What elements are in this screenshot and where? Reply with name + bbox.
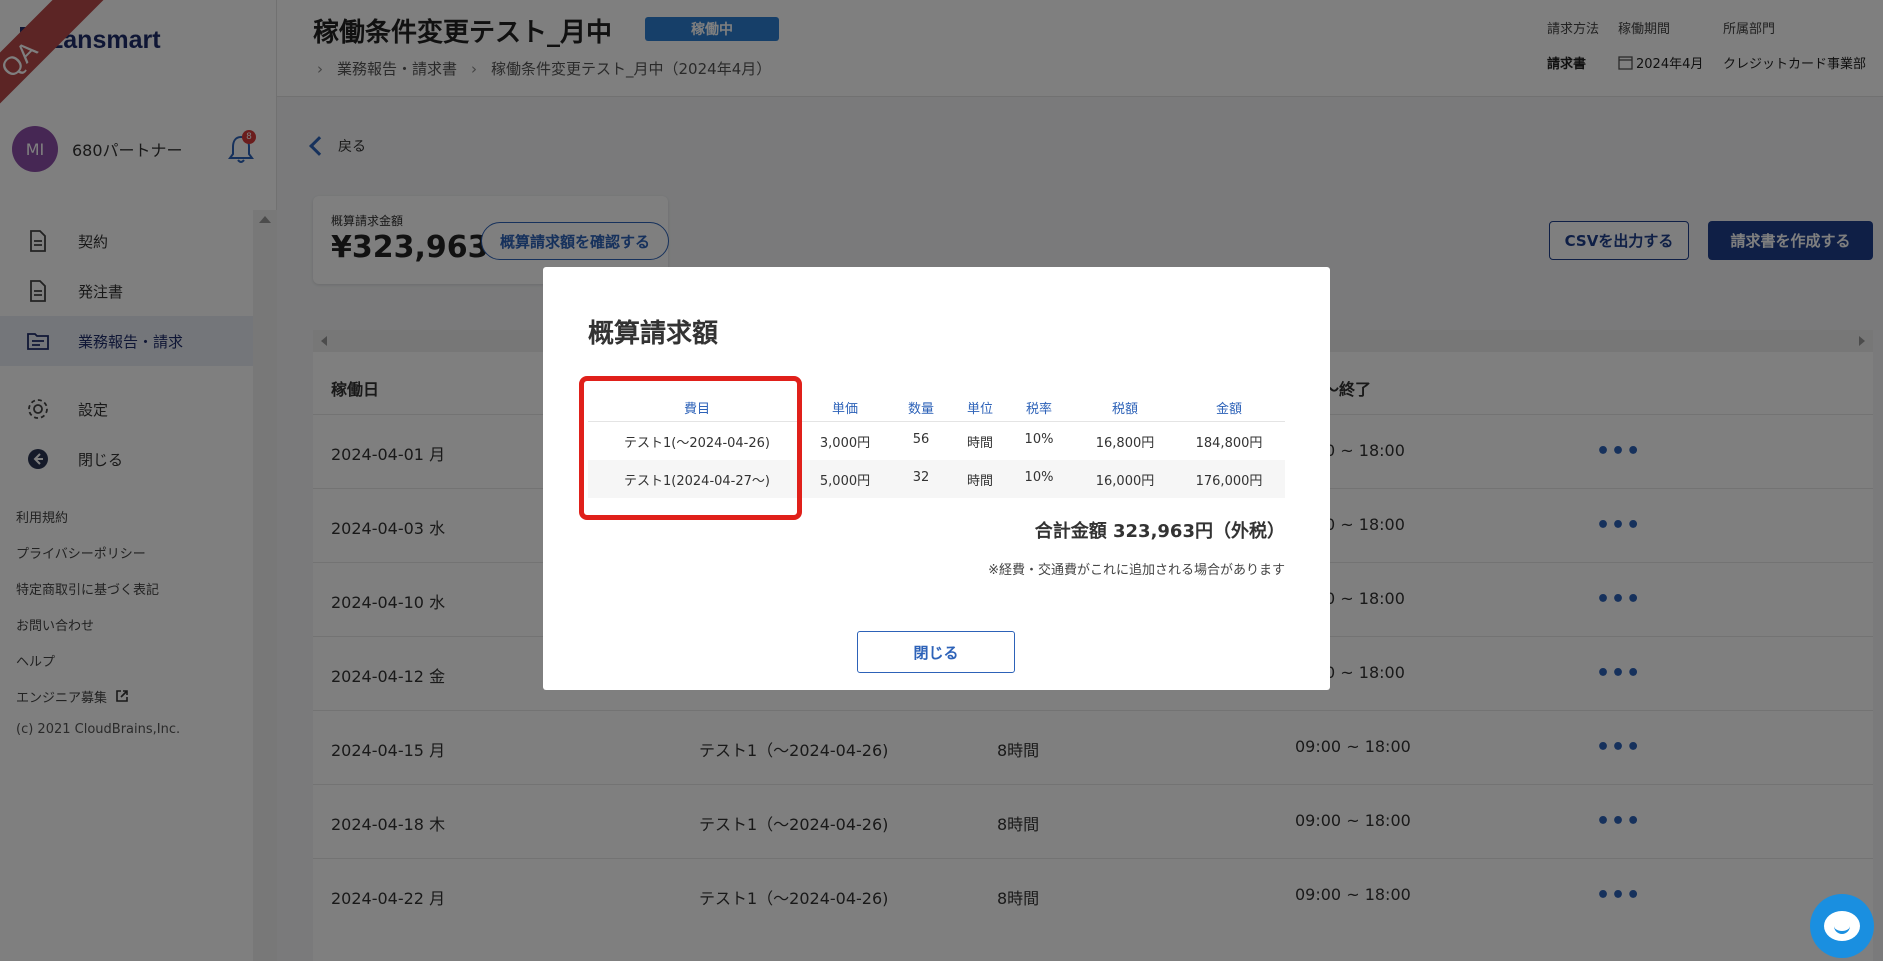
close-button[interactable]: 閉じる (857, 631, 1015, 673)
chat-icon (1824, 911, 1860, 941)
highlight-annotation (579, 376, 802, 520)
expense-note: ※経費・交通費がこれに追加される場合があります (988, 563, 1285, 578)
chat-launcher[interactable] (1810, 894, 1874, 958)
total-amount: 合計金額 323,963円（外税） (1034, 521, 1285, 542)
modal-title: 概算請求額 (588, 319, 719, 349)
estimate-modal: 概算請求額 費目 単価 数量 単位 税率 税額 金額 テスト1(〜2024-04… (543, 267, 1330, 690)
